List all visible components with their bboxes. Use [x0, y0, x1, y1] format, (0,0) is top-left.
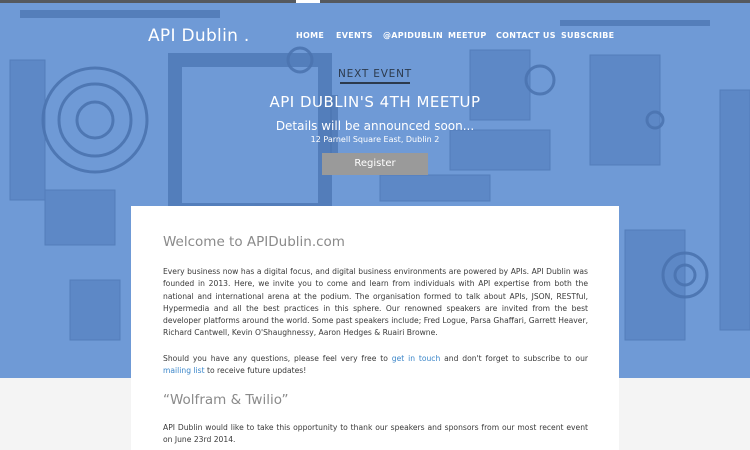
nav-item-apidublin[interactable]: @APIDUBLIN	[383, 31, 443, 40]
welcome-title: Welcome to APIDublin.com	[163, 234, 345, 250]
event-address: 12 Parnell Square East, Dublin 2	[310, 135, 440, 144]
mailing-list-link[interactable]: mailing list	[163, 366, 205, 375]
active-nav-indicator	[296, 0, 320, 3]
eyebrow-underline	[340, 82, 410, 84]
wolfram-twilio-title: “Wolfram & Twilio”	[163, 392, 289, 408]
contact-text-post: to receive future updates!	[204, 366, 307, 376]
register-button[interactable]: Register	[322, 153, 428, 175]
next-event-label: NEXT EVENT	[338, 68, 412, 80]
get-in-touch-link[interactable]: get in touch	[392, 354, 441, 363]
nav-item-home[interactable]: HOME	[296, 31, 324, 40]
contact-text-mid: and don't forget to subscribe to our	[440, 354, 589, 363]
contact-paragraph: Should you have any questions, please fe…	[163, 353, 588, 378]
main-nav: HOME EVENTS @APIDUBLIN MEETUP CONTACT US…	[0, 31, 750, 43]
nav-item-contact-us[interactable]: CONTACT US	[496, 31, 556, 40]
nav-item-subscribe[interactable]: SUBSCRIBE	[561, 31, 614, 40]
welcome-card: Welcome to APIDublin.com Every business …	[131, 206, 619, 450]
welcome-paragraph: Every business now has a digital focus, …	[163, 267, 588, 338]
hero-title: API DUBLIN'S 4TH MEETUP	[269, 93, 481, 111]
nav-item-events[interactable]: EVENTS	[336, 31, 373, 40]
contact-text-pre: Should you have any questions, please fe…	[163, 354, 392, 363]
hero-subtitle: Details will be announced soon...	[275, 119, 475, 133]
nav-item-meetup[interactable]: MEETUP	[448, 31, 487, 40]
thanks-paragraph: API Dublin would like to take this oppor…	[163, 423, 588, 445]
top-border	[0, 0, 750, 3]
